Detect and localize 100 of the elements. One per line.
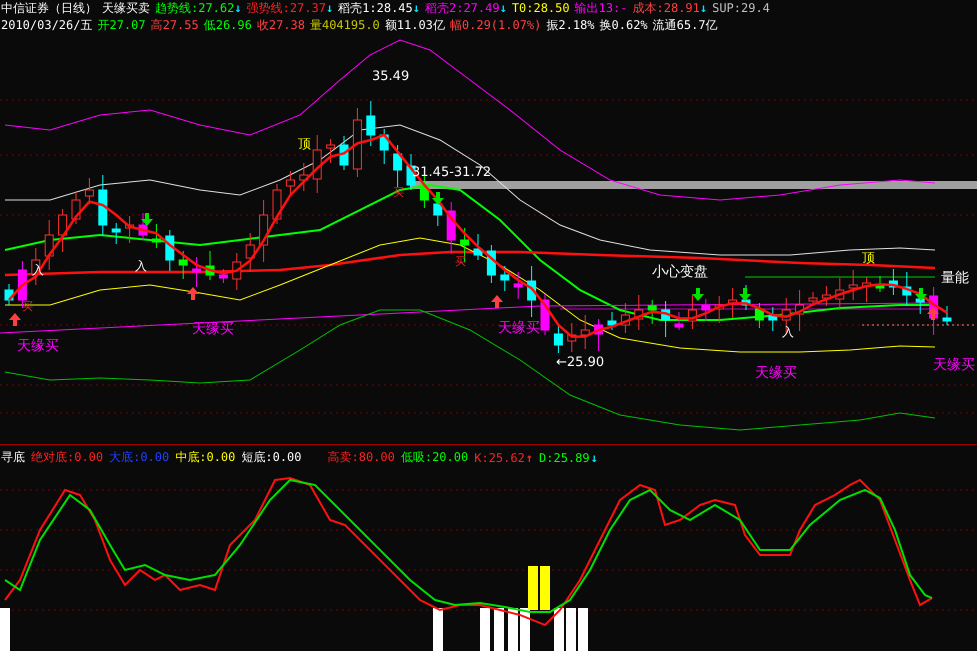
candlestick <box>768 306 778 332</box>
signal-bar <box>480 608 490 651</box>
candlestick <box>165 230 174 272</box>
down-arrow-icon <box>692 288 704 301</box>
candlestick <box>380 128 389 164</box>
down-arrow-icon <box>739 288 751 301</box>
candlestick <box>835 278 844 310</box>
candlestick <box>125 216 134 244</box>
candlestick <box>474 234 482 260</box>
candlestick <box>232 252 242 290</box>
indicator-reading: 强势线:27.37 <box>246 0 326 17</box>
indicator-reading: 稻壳1:28.45 <box>338 0 413 17</box>
quote-value: 振2.18% <box>546 17 595 34</box>
trend-arrow-icon: ↓ <box>234 0 242 17</box>
candlestick <box>876 276 884 292</box>
candlestick <box>98 174 108 236</box>
signal-bar <box>0 608 10 651</box>
oscillator-reading: K:25.62 <box>474 450 525 464</box>
candlestick <box>634 294 644 330</box>
buy-signal-label: 天缘买 <box>17 338 59 354</box>
candlestick <box>366 100 376 146</box>
candlestick <box>299 162 308 192</box>
candlestick <box>862 276 872 302</box>
quote-value: 换0.62% <box>600 17 648 34</box>
oscillator-reading: 大底:0.00 <box>109 449 170 466</box>
candlestick <box>848 270 858 300</box>
buy-signal-label: 天缘买 <box>933 357 975 373</box>
candlestick <box>272 184 282 224</box>
candlestick <box>446 202 456 254</box>
down-arrow-icon <box>141 213 153 226</box>
candlestick <box>902 272 912 306</box>
down-arrow-icon <box>432 192 444 205</box>
trend-arrow-icon: ↓ <box>326 0 334 17</box>
candlestick <box>486 244 496 284</box>
candlestick <box>620 302 630 334</box>
oscillator-reading: 高卖:80.00 <box>328 449 395 466</box>
candlestick <box>500 266 510 292</box>
quote-value: 低26.96 <box>204 17 252 34</box>
up-arrow-icon <box>187 287 199 300</box>
quote-value: 2010/03/26/五 <box>1 17 92 34</box>
entry-mark-label: 入 <box>135 259 147 273</box>
candlestick <box>340 136 348 170</box>
candlestick <box>594 318 604 352</box>
candlestick <box>754 302 764 328</box>
chart-title: 中信证券（日线） <box>1 0 97 17</box>
candlestick <box>259 200 268 262</box>
top-signal-label: 顶 <box>862 251 875 266</box>
quote-value: 量404195.0 <box>310 17 380 34</box>
candlestick <box>567 322 576 352</box>
candlestick <box>888 268 898 296</box>
indicator-name: 天缘买卖 <box>102 0 150 17</box>
indicator-reading: 稻壳2:27.49 <box>425 0 500 17</box>
up-arrow-icon <box>491 295 503 308</box>
candlestick <box>554 324 563 354</box>
quote-value: 收27.38 <box>256 17 305 34</box>
signal-bar <box>540 566 550 610</box>
candlestick <box>580 314 590 350</box>
quote-value: 流通65.7亿 <box>652 17 718 34</box>
oscillator-reading: D:25.89 <box>539 450 590 464</box>
candlestick <box>206 250 214 280</box>
candlestick <box>728 288 738 318</box>
trend-arrow-icon: ↓ <box>700 0 708 17</box>
candlestick <box>808 292 818 306</box>
candlestick <box>701 298 710 322</box>
top-signal-label: 顶 <box>298 137 311 152</box>
quote-value: 额11.03亿 <box>384 17 445 34</box>
indicator-reading: T0:28.50 <box>512 0 570 17</box>
up-arrow-icon <box>927 307 939 320</box>
indicator-reading: 成本:28.91 <box>632 0 700 17</box>
price-annotation: ←25.90 <box>556 355 604 370</box>
signal-bar <box>554 608 564 651</box>
candlestick <box>942 306 952 326</box>
candlestick <box>674 312 684 330</box>
candlestick <box>192 256 202 288</box>
candlestick <box>218 268 228 284</box>
candlestick <box>44 220 54 270</box>
entry-mark-label: 入 <box>782 325 794 339</box>
chart-note-label: 小心变盘 <box>652 264 708 280</box>
trend-arrow-icon: ↓ <box>590 450 598 464</box>
indicator-reading: SUP:29.4 <box>712 0 770 17</box>
candlestick <box>326 138 336 164</box>
trend-arrow-icon: ↓ <box>412 0 420 17</box>
candlestick <box>84 178 94 204</box>
candlestick <box>661 300 670 338</box>
signal-bar <box>508 608 518 651</box>
oscillator-reading: 低吸:20.00 <box>400 449 468 466</box>
candlestick <box>72 190 80 224</box>
candlestick <box>352 108 362 178</box>
candlestick <box>312 134 322 194</box>
candlestick <box>286 170 295 194</box>
quote-value: 高27.55 <box>150 17 199 34</box>
candlestick <box>714 296 724 324</box>
signal-bar <box>578 608 588 651</box>
candlestick <box>112 222 121 244</box>
oscillator-reading: 中底:0.00 <box>175 449 236 466</box>
up-arrow-icon <box>9 313 21 326</box>
oscillator-reading: 绝对底:0.00 <box>31 449 104 466</box>
candlestick <box>648 300 657 324</box>
candlestick <box>4 284 14 306</box>
buy-mark-label: 买 <box>455 255 466 268</box>
